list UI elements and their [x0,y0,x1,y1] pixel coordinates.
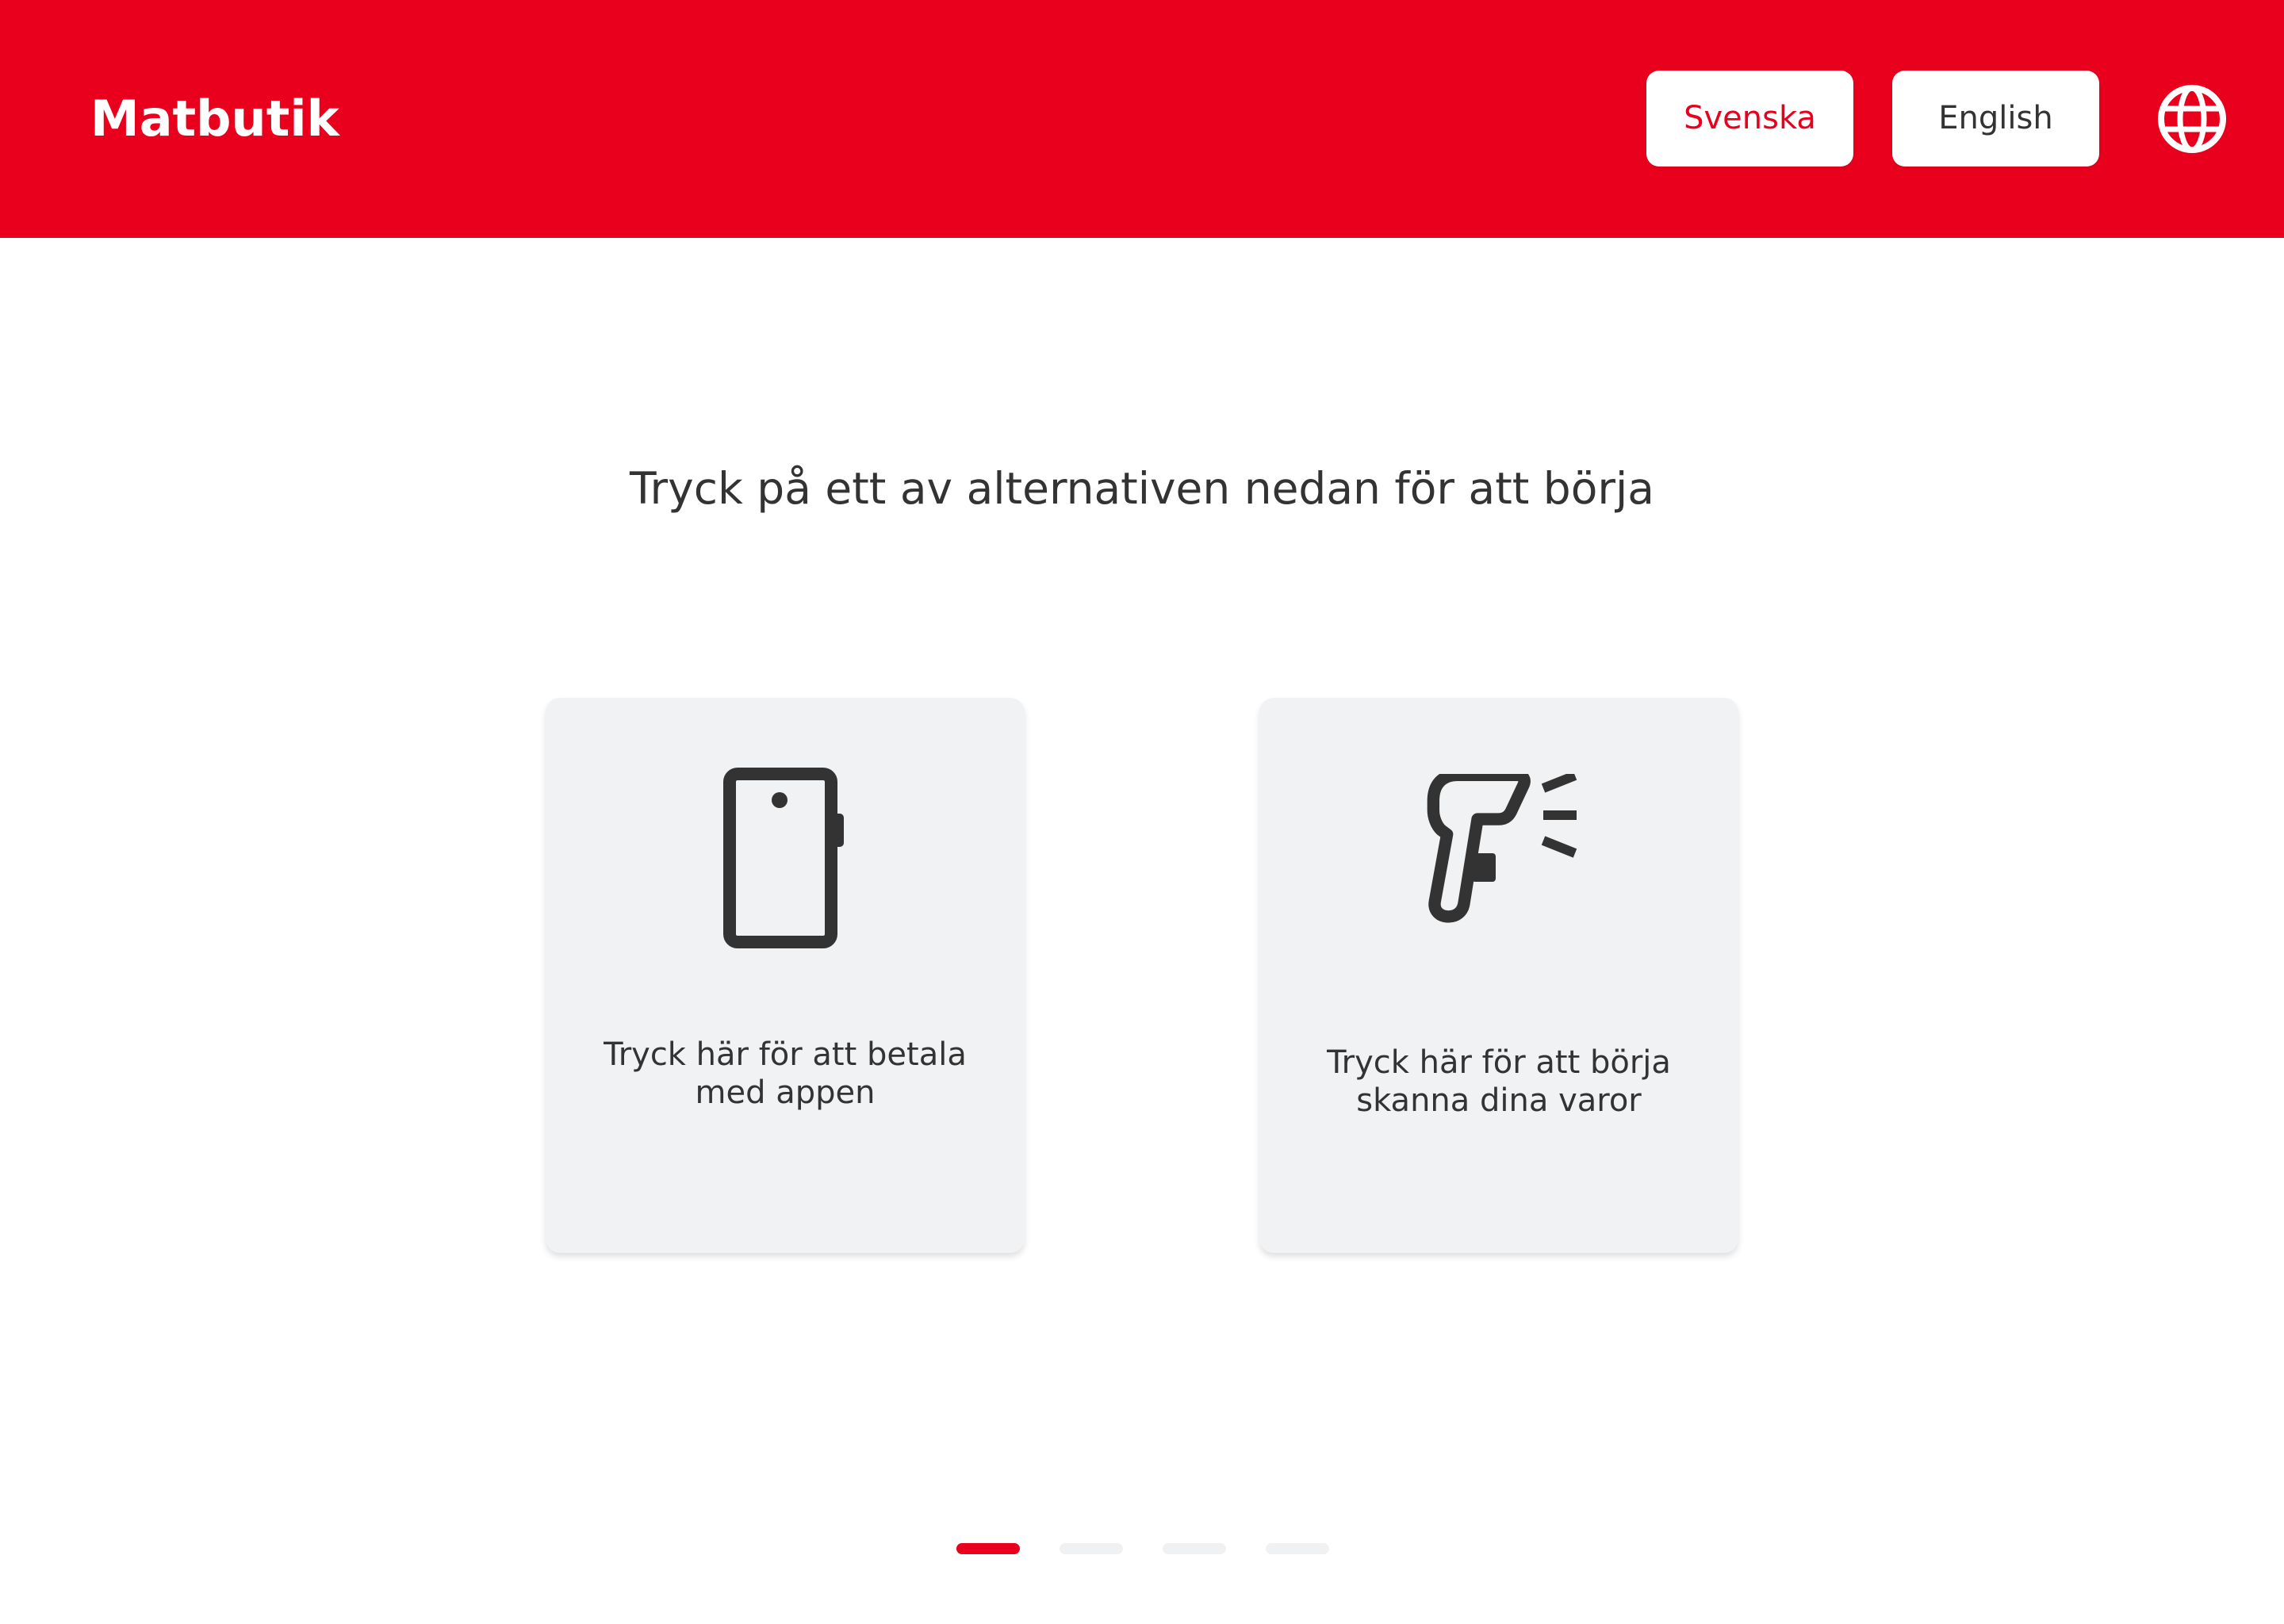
start-scanning-card[interactable]: Tryck här för att börja skanna dina varo… [1259,698,1738,1253]
start-scanning-label: Tryck här för att börja skanna dina varo… [1291,1044,1707,1120]
page-indicator-dot-2 [1060,1543,1123,1554]
pay-with-app-label: Tryck här för att betala med appen [577,1036,993,1112]
start-scanning-label-line-2: skanna dina varor [1356,1082,1642,1119]
language-button-english[interactable]: English [1892,71,2099,167]
globe-icon[interactable] [2157,84,2227,154]
header-bar: Matbutik Svenska English [0,0,2284,238]
page-indicator-dot-3 [1163,1543,1226,1554]
pay-with-app-card[interactable]: Tryck här för att betala med appen [546,698,1025,1253]
page-indicator-dot-4 [1266,1543,1329,1554]
start-prompt-heading: Tryck på ett av alternativen nedan för a… [630,463,1654,514]
brand-logo-text: Matbutik [90,90,339,147]
barcode-scanner-icon [1427,774,1577,923]
phone-icon [723,768,844,948]
language-button-svenska[interactable]: Svenska [1646,71,1853,167]
start-scanning-label-line-1: Tryck här för att börja [1327,1044,1671,1081]
pay-with-app-label-line-2: med appen [695,1074,876,1111]
page-indicator-dot-1 [956,1543,1020,1554]
pay-with-app-label-line-1: Tryck här för att betala [604,1036,967,1073]
